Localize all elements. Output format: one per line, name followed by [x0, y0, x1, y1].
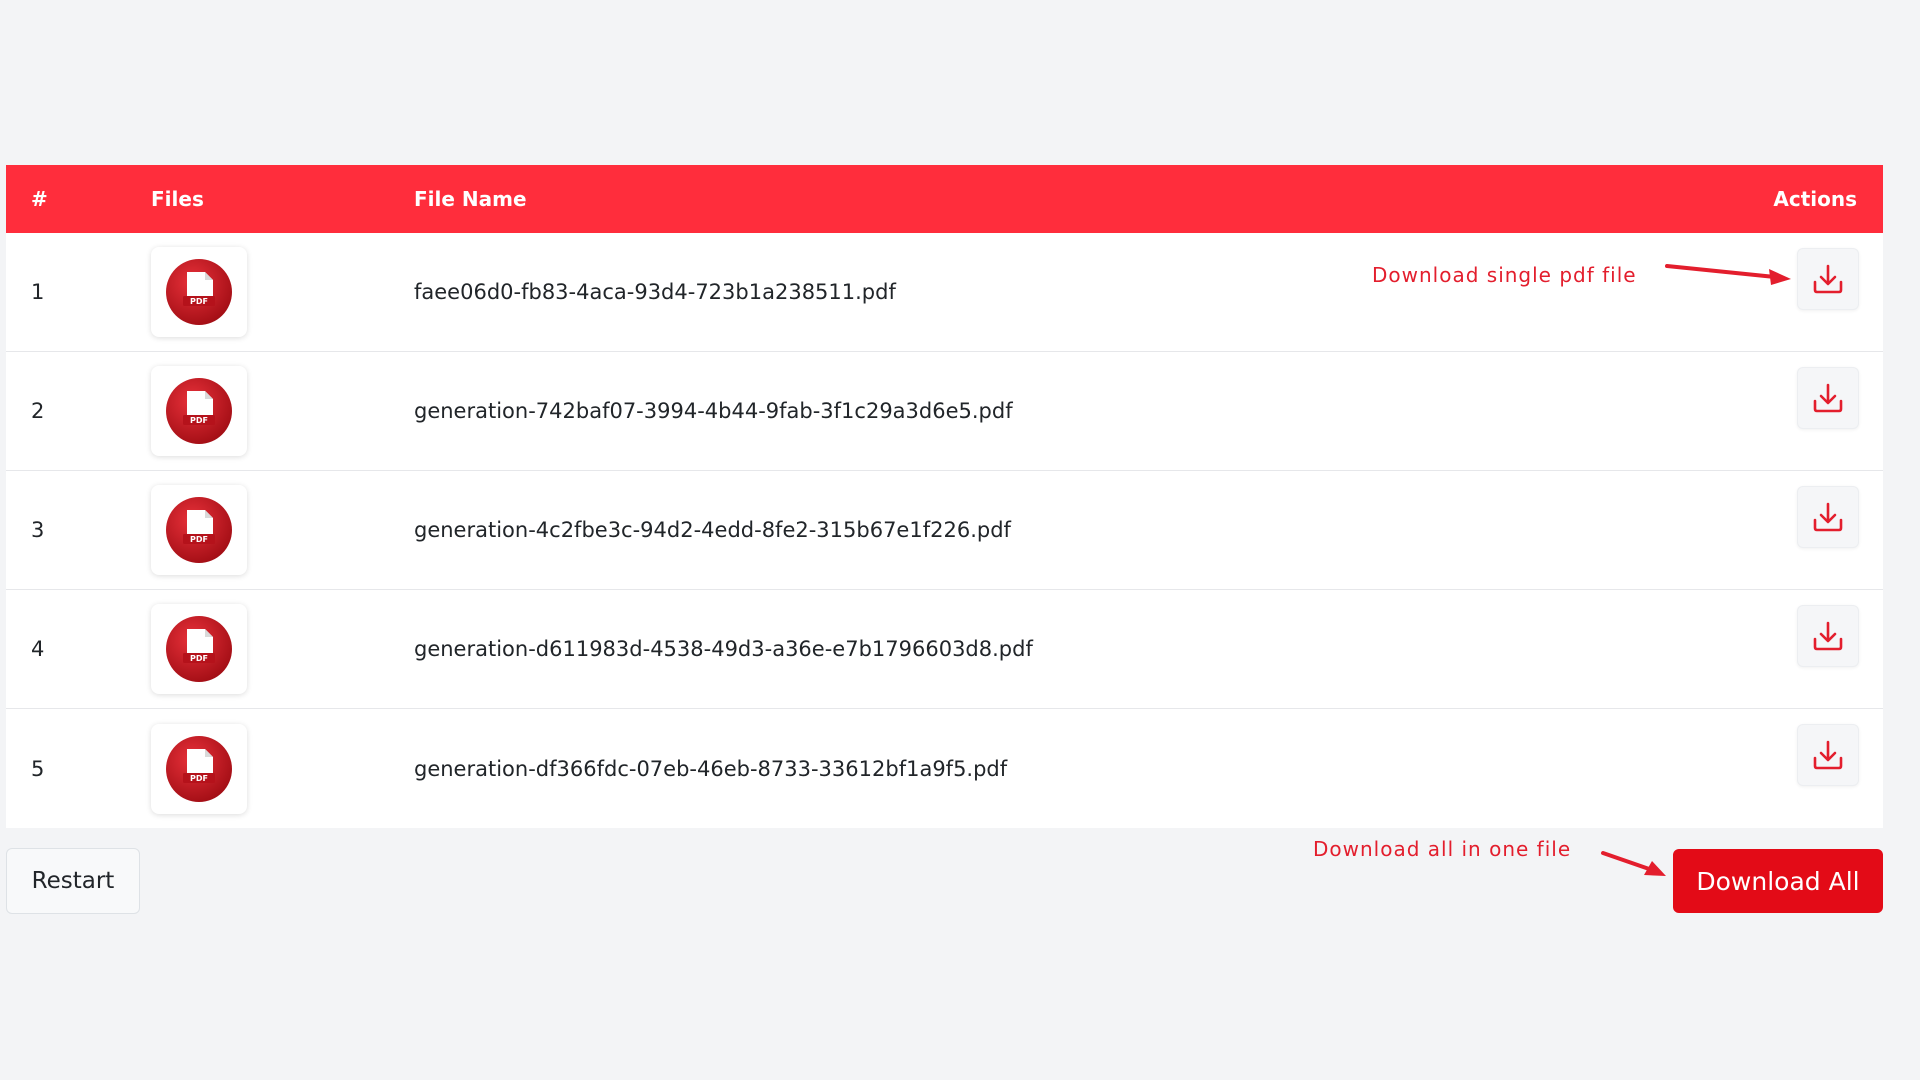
download-icon [1813, 740, 1843, 770]
arrow-icon [1601, 851, 1666, 876]
table-row: 2 PDF generation-742baf07-3994-4b44-9fab… [6, 352, 1883, 471]
row-number: 3 [31, 518, 45, 542]
table-row: 1 PDF faee06d0-fb83-4aca-93d4-723b1a2385… [6, 233, 1883, 352]
table-body: 1 PDF faee06d0-fb83-4aca-93d4-723b1a2385… [6, 233, 1883, 828]
header-file-name: File Name [414, 187, 527, 211]
download-icon [1813, 621, 1843, 651]
download-file-button[interactable] [1797, 724, 1859, 786]
pdf-file-icon: PDF [151, 247, 247, 337]
header-files: Files [151, 187, 204, 211]
pdf-file-icon: PDF [151, 723, 247, 814]
table-row: 5 PDF generation-df366fdc-07eb-46eb-8733… [6, 709, 1883, 828]
row-number: 1 [31, 280, 45, 304]
page: # Files File Name Actions 1 PDF faee06d0… [0, 0, 1920, 1080]
table-row: 4 PDF generation-d611983d-4538-49d3-a36e… [6, 590, 1883, 709]
pdf-badge-label: PDF [190, 297, 208, 306]
restart-button[interactable]: Restart [6, 848, 140, 914]
download-file-button[interactable] [1797, 367, 1859, 429]
table-header: # Files File Name Actions [6, 165, 1883, 233]
row-number: 4 [31, 637, 45, 661]
download-icon [1813, 383, 1843, 413]
download-file-button[interactable] [1797, 605, 1859, 667]
pdf-file-icon: PDF [151, 366, 247, 456]
download-file-button[interactable] [1797, 248, 1859, 310]
annotation-download-single: Download single pdf file [1372, 263, 1637, 287]
pdf-file-icon: PDF [151, 485, 247, 575]
header-number: # [31, 187, 48, 211]
file-name: generation-df366fdc-07eb-46eb-8733-33612… [414, 756, 1008, 781]
pdf-badge-label: PDF [190, 416, 208, 425]
download-icon [1813, 264, 1843, 294]
table-row: 3 PDF generation-4c2fbe3c-94d2-4edd-8fe2… [6, 471, 1883, 590]
download-file-button[interactable] [1797, 486, 1859, 548]
arrow-icon [1665, 264, 1791, 285]
file-name: generation-4c2fbe3c-94d2-4edd-8fe2-315b6… [414, 518, 1011, 542]
pdf-file-icon: PDF [151, 604, 247, 694]
download-icon [1813, 502, 1843, 532]
pdf-badge-label: PDF [190, 535, 208, 544]
file-name: generation-d611983d-4538-49d3-a36e-e7b17… [414, 637, 1033, 661]
row-number: 2 [31, 399, 45, 423]
annotation-download-all: Download all in one file [1313, 837, 1572, 861]
file-name: generation-742baf07-3994-4b44-9fab-3f1c2… [414, 399, 1013, 423]
row-number: 5 [31, 756, 45, 781]
header-actions: Actions [1773, 187, 1857, 211]
pdf-badge-label: PDF [190, 774, 208, 783]
download-all-button[interactable]: Download All [1673, 849, 1883, 913]
pdf-badge-label: PDF [190, 654, 208, 663]
file-name: faee06d0-fb83-4aca-93d4-723b1a238511.pdf [414, 280, 896, 304]
